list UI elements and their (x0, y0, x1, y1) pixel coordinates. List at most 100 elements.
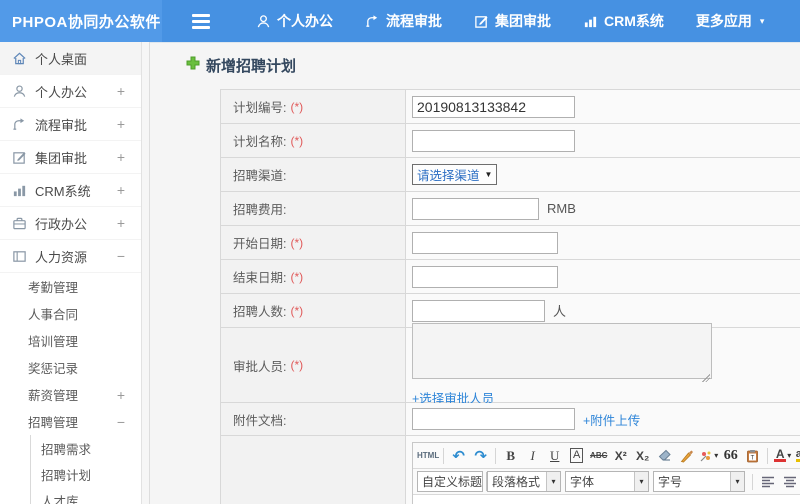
collapse-icon[interactable]: − (117, 248, 125, 264)
sidebar-item-recruit-plan[interactable]: 招聘计划 (30, 461, 141, 487)
expand-icon[interactable]: + (117, 215, 125, 231)
bar-chart-icon (12, 183, 27, 198)
hamburger-menu-icon[interactable] (192, 8, 218, 34)
autotype-color-icon[interactable]: ▾ (698, 445, 719, 466)
expand-icon[interactable]: + (117, 83, 125, 99)
attachment-upload-link[interactable]: +附件上传 (583, 410, 640, 429)
required-mark: (*) (290, 235, 304, 250)
source-code-button[interactable]: HTML (417, 445, 439, 466)
sidebar-item-salary[interactable]: 薪资管理 + (0, 381, 141, 408)
top-navigation: 个人办公 流程审批 集团审批 CRM系统 更多应用 ▾ (162, 0, 800, 42)
caret-down-icon: ▾ (714, 451, 719, 460)
redo-button[interactable]: ↷ (470, 445, 491, 466)
paragraph-format-select[interactable]: 段落格式 ▾ (487, 471, 561, 492)
topnav-group-approval[interactable]: 集团审批 (462, 0, 563, 42)
select-caret-icon: ▾ (634, 472, 648, 491)
custom-title-select[interactable]: 自定义标题 ▾ (417, 471, 492, 492)
plan-name-input[interactable] (412, 129, 575, 152)
font-family-select[interactable]: 字体 ▾ (565, 471, 649, 492)
required-mark: (*) (290, 99, 304, 114)
sidebar-item-personal-desktop[interactable]: 个人桌面 (0, 42, 141, 75)
required-mark: (*) (290, 358, 304, 372)
plus-green-icon (186, 56, 200, 75)
field-label: 计划编号: (233, 101, 287, 115)
home-icon (12, 51, 27, 66)
attachment-input[interactable] (412, 408, 575, 430)
page-title: 新增招聘计划 (186, 55, 296, 76)
end-date-input[interactable] (412, 265, 558, 288)
plan-no-input[interactable] (412, 95, 575, 118)
workflow-icon (12, 117, 27, 132)
field-label: 招聘费用: (233, 203, 287, 217)
bold-button[interactable]: B (500, 445, 521, 466)
strikethrough-button[interactable]: ABC (588, 445, 609, 466)
sidebar-item-rewards[interactable]: 奖惩记录 (0, 354, 141, 381)
select-caret-icon: ▾ (730, 472, 744, 491)
autotypeset-button[interactable]: A (566, 445, 587, 466)
italic-button[interactable]: I (522, 445, 543, 466)
sidebar-item-recruit-demand[interactable]: 招聘需求 (30, 435, 141, 461)
blockquote-button[interactable]: 66 (720, 445, 741, 466)
select-caret-icon: ▾ (546, 472, 560, 491)
sidebar-item-workflow-approval[interactable]: 流程审批 + (0, 108, 141, 141)
sidebar-item-personal-office[interactable]: 个人办公 + (0, 75, 141, 108)
form-row-plan-no: 计划编号: (*) (221, 90, 800, 124)
topnav-crm[interactable]: CRM系统 (571, 0, 676, 42)
align-left-icon[interactable] (757, 471, 778, 492)
edit-icon (474, 14, 489, 29)
cost-input[interactable] (412, 197, 539, 220)
sidebar-item-attendance[interactable]: 考勤管理 (0, 273, 141, 300)
form-row-end-date: 结束日期: (*) (221, 260, 800, 294)
expand-icon[interactable]: + (117, 149, 125, 165)
background-color-button[interactable]: ab ▾ (794, 445, 800, 466)
format-brush-icon[interactable] (676, 445, 697, 466)
expand-icon[interactable]: + (117, 387, 125, 403)
app-logo: PHPOA协同办公软件 (0, 0, 162, 42)
approver-textarea[interactable] (412, 323, 712, 379)
underline-button[interactable]: U (544, 445, 565, 466)
font-color-button[interactable]: A ▾ (772, 445, 793, 466)
workflow-icon (365, 14, 380, 29)
form-row-attachment: 附件文档: +附件上传 (221, 403, 800, 436)
sidebar-item-group-approval[interactable]: 集团审批 + (0, 141, 141, 174)
field-label: 结束日期: (233, 271, 287, 285)
channel-select[interactable]: 请选择渠道 ▼ (412, 164, 498, 185)
sidebar: 个人桌面 个人办公 + 流程审批 + 集团审批 + CRM系统 + 行政办公 + (0, 42, 142, 504)
edit-icon (12, 150, 27, 165)
sidebar-item-recruit-mgmt[interactable]: 招聘管理 − (0, 408, 141, 435)
sidebar-item-administration[interactable]: 行政办公 + (0, 207, 141, 240)
sidebar-scrollbar[interactable] (142, 42, 150, 504)
field-label: 计划名称: (233, 135, 287, 149)
sidebar-item-training[interactable]: 培训管理 (0, 327, 141, 354)
briefcase-icon (12, 216, 27, 231)
form-row-cost: 招聘费用: RMB (221, 192, 800, 226)
main-content: 新增招聘计划 计划编号: (*) 计划名称: (*) 招聘 (150, 42, 800, 504)
subscript-button[interactable]: X₂ (632, 445, 653, 466)
caret-down-icon: ▾ (759, 15, 765, 26)
editor-content-area[interactable] (413, 495, 800, 504)
rich-text-editor: HTML ↶ ↷ B I U A ABC X² X₂ ▾ 66 T A ▾ 自定… (412, 442, 800, 504)
paste-clipboard-icon[interactable]: T (742, 445, 763, 466)
sidebar-item-hr-contract[interactable]: 人事合同 (0, 300, 141, 327)
start-date-input[interactable] (412, 231, 558, 254)
superscript-button[interactable]: X² (610, 445, 631, 466)
eraser-icon[interactable] (654, 445, 675, 466)
form-row-plan-name: 计划名称: (*) (221, 124, 800, 158)
topnav-personal-office[interactable]: 个人办公 (244, 0, 345, 42)
sidebar-item-crm[interactable]: CRM系统 + (0, 174, 141, 207)
caret-down-icon: ▾ (787, 451, 792, 460)
sidebar-item-talent-pool[interactable]: 人才库 (30, 487, 141, 504)
hr-book-icon (12, 249, 27, 264)
undo-button[interactable]: ↶ (448, 445, 469, 466)
sidebar-item-hr[interactable]: 人力资源 − (0, 240, 141, 273)
required-mark: (*) (290, 303, 304, 318)
recruit-plan-form: 计划编号: (*) 计划名称: (*) 招聘渠道: 请选择 (220, 89, 800, 504)
font-size-select[interactable]: 字号 ▾ (653, 471, 745, 492)
topnav-workflow-approval[interactable]: 流程审批 (353, 0, 454, 42)
align-center-icon[interactable] (779, 471, 800, 492)
collapse-icon[interactable]: − (117, 414, 125, 430)
field-label: 审批人员: (233, 359, 287, 374)
topnav-more-apps[interactable]: 更多应用 ▾ (684, 0, 777, 42)
expand-icon[interactable]: + (117, 116, 125, 132)
expand-icon[interactable]: + (117, 182, 125, 198)
